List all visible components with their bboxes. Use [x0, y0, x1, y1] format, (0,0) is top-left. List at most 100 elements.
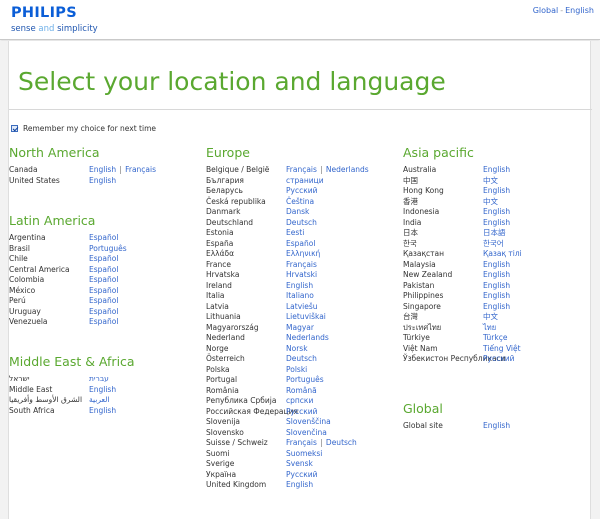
country-row: España Español	[206, 239, 396, 250]
language-link[interactable]: Русский	[286, 470, 318, 479]
language-link[interactable]: English	[483, 421, 510, 430]
language-links: Français	[286, 260, 317, 271]
language-link[interactable]: Norsk	[286, 344, 308, 353]
language-links: Español	[89, 296, 118, 307]
language-link[interactable]: Português	[89, 244, 127, 253]
language-link[interactable]: Eesti	[286, 228, 304, 237]
country-row: Ireland English	[206, 281, 396, 292]
language-link[interactable]: српски	[286, 396, 313, 405]
top-link-lang: English	[565, 6, 594, 15]
remember-choice[interactable]: Remember my choice for next time	[11, 124, 156, 133]
country-row: Perú Español	[9, 296, 199, 307]
country-row: United States English	[9, 176, 199, 187]
language-links: 中文	[483, 312, 498, 323]
language-link[interactable]: ไทย	[483, 323, 496, 332]
title-divider	[9, 109, 592, 110]
region-asia-pacific: Asia pacific Australia English 中国 中文 Hong Ko…	[403, 145, 588, 365]
language-link[interactable]: страници	[286, 176, 324, 185]
country-row: India English	[403, 218, 588, 229]
country-name: Deutschland	[206, 217, 254, 227]
language-link[interactable]: العربية	[89, 395, 110, 404]
language-link[interactable]: Nederlands	[286, 333, 329, 342]
language-link[interactable]: English	[89, 176, 116, 185]
language-link[interactable]: Deutsch	[326, 438, 357, 447]
language-link[interactable]: Français	[125, 165, 156, 174]
language-link[interactable]: Español	[89, 275, 118, 284]
region-europe: Europe Belgique / België Français Nederlan…	[206, 145, 396, 491]
language-link[interactable]: Español	[89, 265, 118, 274]
language-link[interactable]: 日本語	[483, 228, 506, 237]
language-link[interactable]: Español	[89, 317, 118, 326]
language-link[interactable]: Čeština	[286, 197, 314, 206]
language-link[interactable]: English	[483, 281, 510, 290]
language-link[interactable]: English	[483, 291, 510, 300]
country-name: Portugal	[206, 375, 238, 384]
language-link[interactable]: Русский	[286, 186, 318, 195]
country-name: France	[206, 259, 231, 269]
country-row: France Français	[206, 260, 396, 271]
language-links: Русский	[286, 186, 318, 197]
language-link[interactable]: Deutsch	[286, 354, 317, 363]
language-link[interactable]: 中文	[483, 197, 498, 206]
language-link[interactable]: Magyar	[286, 323, 314, 332]
language-link[interactable]: Lietuviškai	[286, 312, 326, 321]
language-links: Slovenščina	[286, 417, 331, 428]
language-link[interactable]: Tiếng Việt	[483, 344, 521, 353]
language-link[interactable]: 한국어	[483, 239, 504, 248]
language-link[interactable]: English	[286, 281, 313, 290]
language-link[interactable]: Русский	[286, 407, 318, 416]
tagline-sense: sense	[11, 24, 36, 34]
language-link[interactable]: Español	[89, 307, 118, 316]
language-link[interactable]: 中文	[483, 176, 498, 185]
language-link[interactable]: Slovenščina	[286, 417, 331, 426]
philips-logo[interactable]: PHILIPS	[11, 5, 77, 21]
language-links: Eesti	[286, 228, 304, 239]
language-link[interactable]: English	[483, 186, 510, 195]
language-link[interactable]: Português	[286, 375, 324, 384]
language-link[interactable]: Nederlands	[326, 165, 369, 174]
language-link[interactable]: Français	[286, 438, 317, 447]
language-link[interactable]: Italiano	[286, 291, 314, 300]
region-title: Middle East & Africa	[9, 354, 135, 369]
remember-checkbox[interactable]	[11, 125, 18, 132]
language-link[interactable]: Español	[89, 233, 118, 242]
language-link[interactable]: Ελληνική	[286, 249, 320, 258]
language-link[interactable]: Русский	[483, 354, 515, 363]
language-link[interactable]: English	[89, 165, 116, 174]
language-link[interactable]: Türkçe	[483, 333, 507, 342]
language-link[interactable]: English	[483, 302, 510, 311]
country-row: Australia English	[403, 165, 588, 176]
country-name: United States	[9, 175, 60, 185]
language-link[interactable]: Қазақ тілі	[483, 249, 522, 258]
language-links: English	[483, 281, 510, 292]
language-links: English	[483, 302, 510, 313]
language-link[interactable]: עברית	[89, 374, 109, 383]
language-link[interactable]: English	[483, 207, 510, 216]
language-link[interactable]: Español	[89, 286, 118, 295]
language-link[interactable]: English	[286, 480, 313, 489]
language-link[interactable]: Dansk	[286, 207, 309, 216]
language-link[interactable]: Français	[286, 165, 317, 174]
language-link[interactable]: Hrvatski	[286, 270, 317, 279]
language-link[interactable]: English	[483, 260, 510, 269]
language-link[interactable]: Español	[89, 254, 118, 263]
language-link[interactable]: Română	[286, 386, 317, 395]
language-link[interactable]: Svensk	[286, 459, 313, 468]
language-link[interactable]: Slovenčina	[286, 428, 327, 437]
language-link[interactable]: English	[483, 165, 510, 174]
language-link[interactable]: Deutsch	[286, 218, 317, 227]
global-english-link[interactable]: Global - English	[533, 6, 594, 15]
language-link[interactable]: English	[89, 406, 116, 415]
language-link[interactable]: Español	[89, 296, 118, 305]
language-links: العربية	[89, 395, 110, 406]
language-link[interactable]: Español	[286, 239, 315, 248]
language-link[interactable]: 中文	[483, 312, 498, 321]
language-link[interactable]: English	[483, 218, 510, 227]
language-link[interactable]: Suomeksi	[286, 449, 322, 458]
language-link[interactable]: English	[89, 385, 116, 394]
language-link[interactable]: Polski	[286, 365, 307, 374]
language-link[interactable]: Français	[286, 260, 317, 269]
language-links: Dansk	[286, 207, 309, 218]
language-link[interactable]: Latviešu	[286, 302, 318, 311]
language-link[interactable]: English	[483, 270, 510, 279]
